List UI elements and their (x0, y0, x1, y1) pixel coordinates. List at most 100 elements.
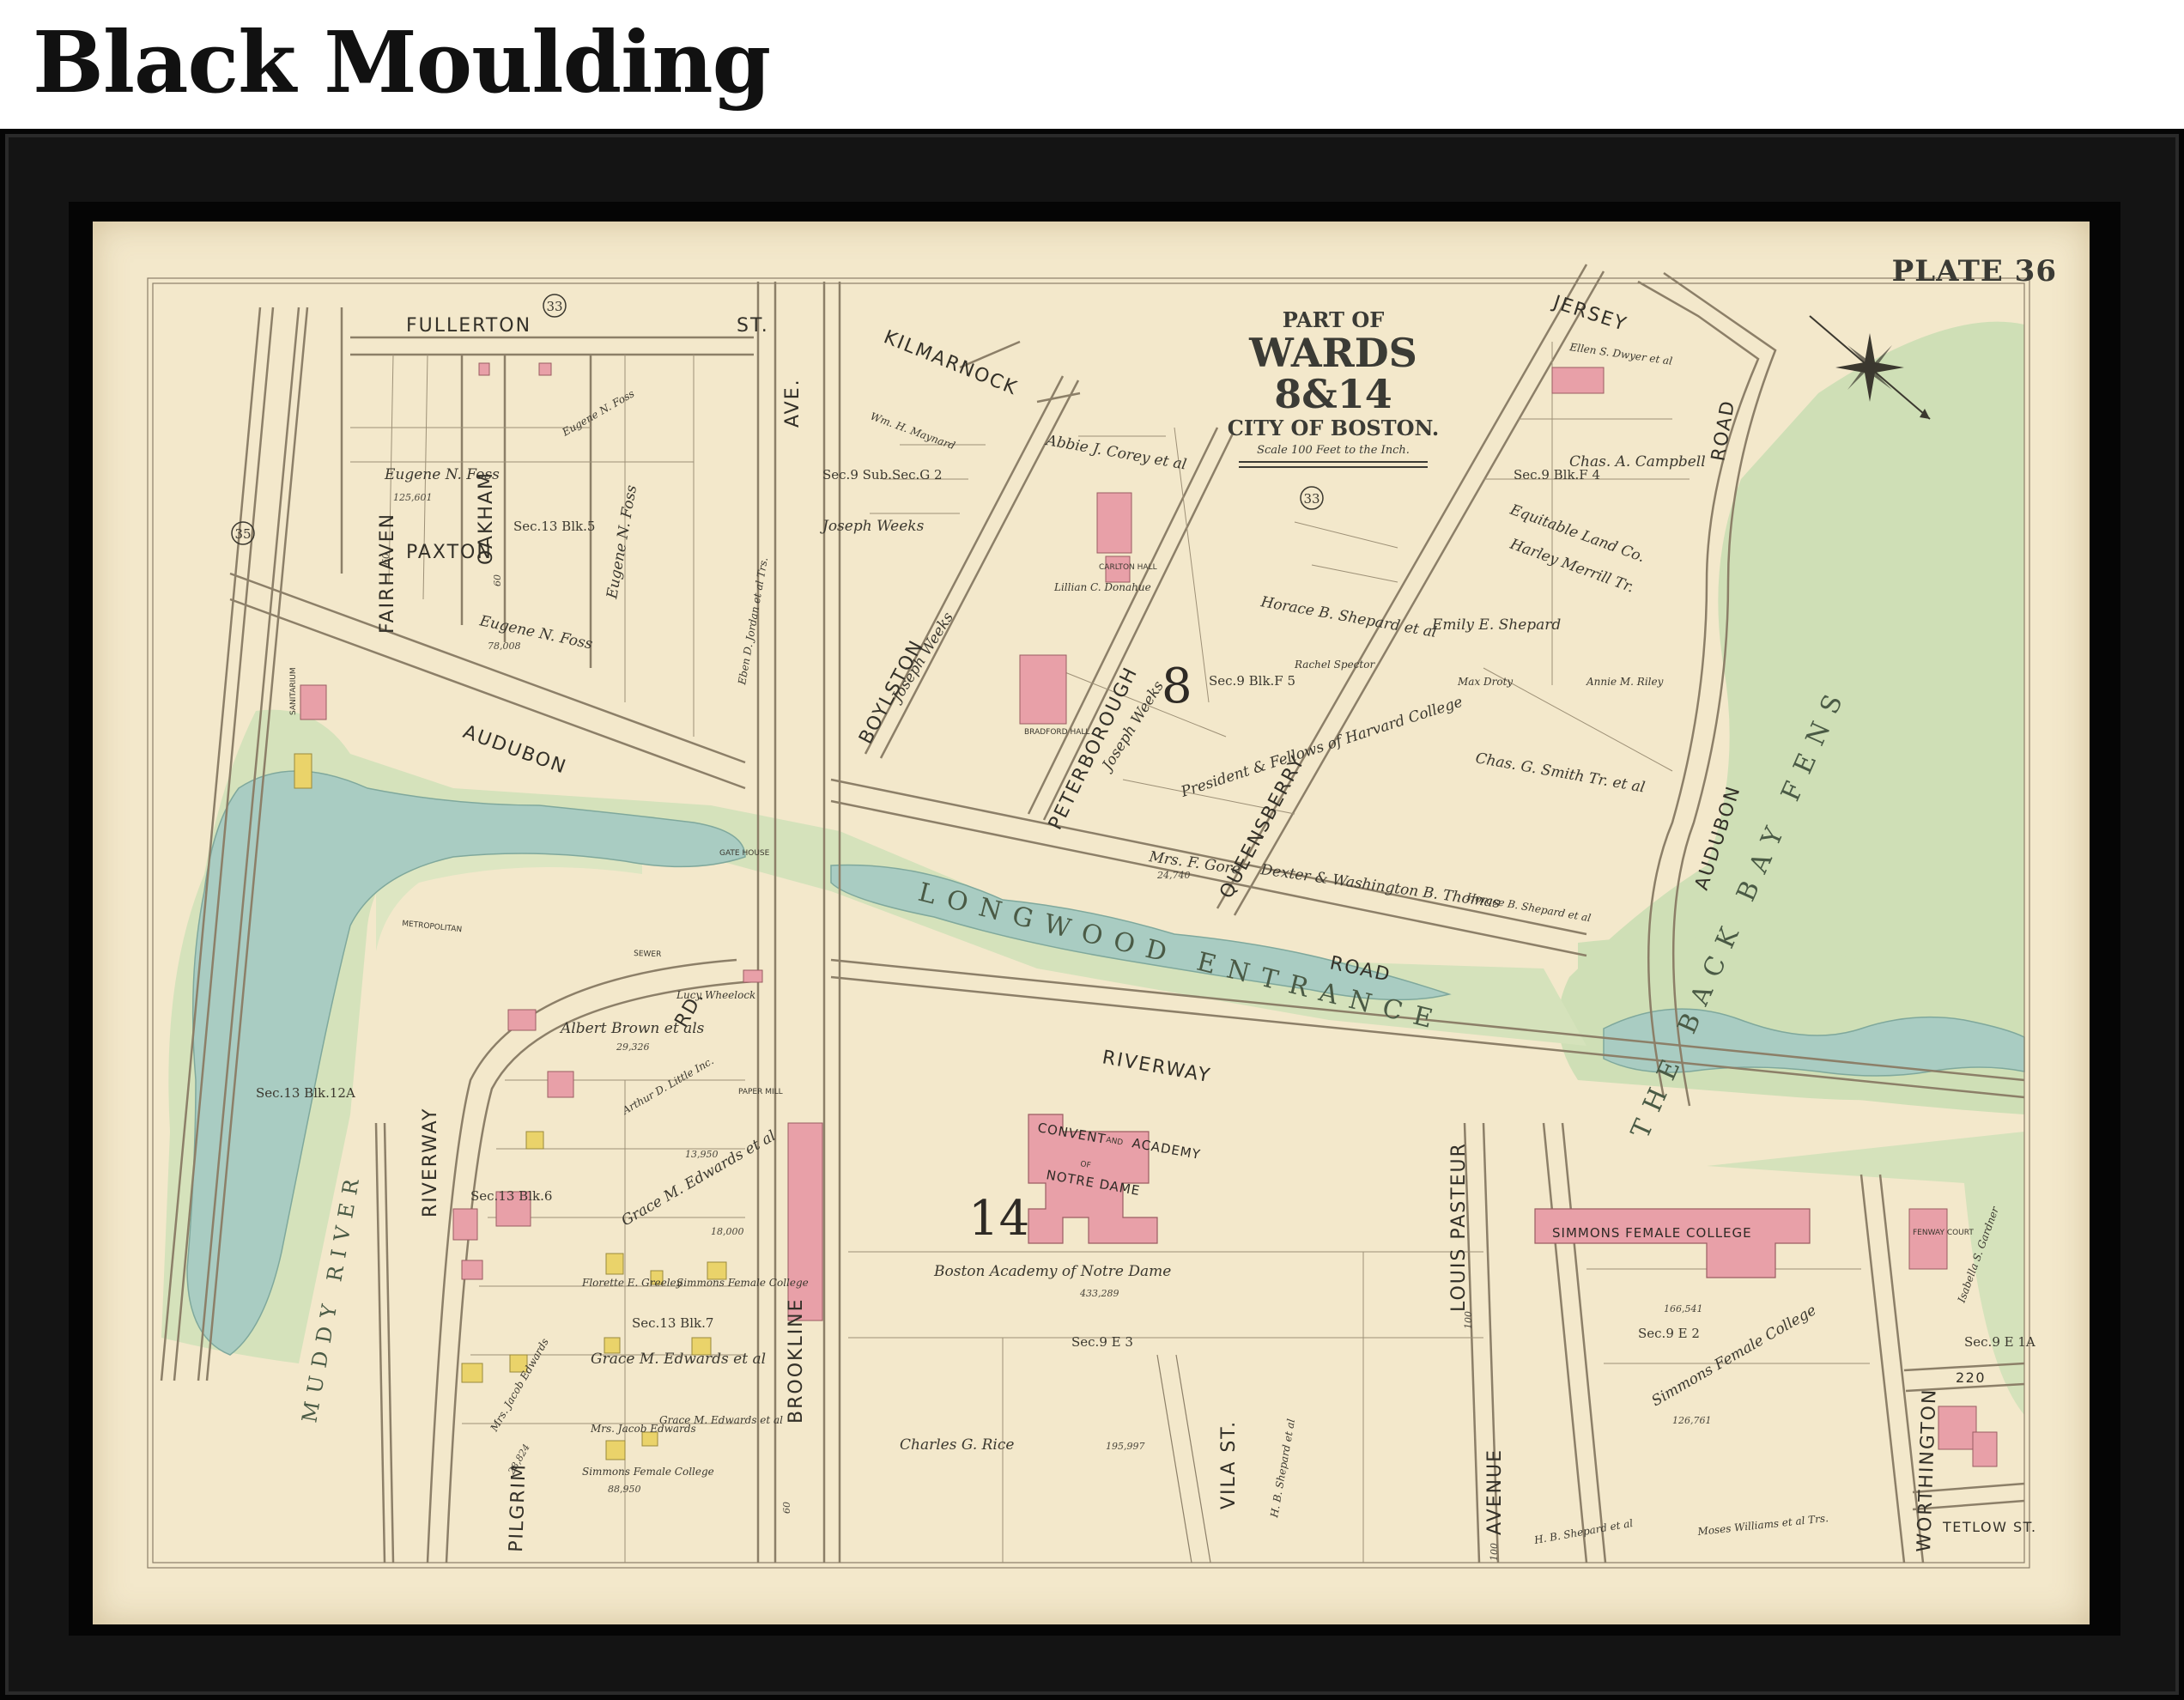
map-title-block: PART OF WARDS 8&14 CITY OF BOSTON. Scale… (1209, 307, 1458, 468)
section-label: Sec.13 Blk.5 (513, 519, 595, 534)
street-label-audubon: AUDUBON (460, 721, 570, 779)
owner-label: Emily E. Shepard (1431, 616, 1561, 634)
sanitarium-label: SANITARIUM (289, 667, 298, 715)
owner-label: Eugene N. Foss (604, 483, 640, 601)
title-wards: WARDS 8&14 (1249, 330, 1417, 418)
street-label-220: 220 (1956, 1369, 1986, 1386)
street-label-kilmarnock: KILMARNOCK (881, 326, 1021, 399)
section-label: Sec.9 E 1A (1964, 1334, 2035, 1350)
ward-number: 14 (968, 1191, 1029, 1247)
area-label: 125,601 (393, 492, 433, 503)
svg-text:60: 60 (380, 553, 391, 565)
map-sheet: .rd { fill: none; stroke: #8c7f68; strok… (93, 222, 2090, 1624)
street-label-road-2: ROAD (1708, 398, 1739, 463)
section-label: Sec.9 Sub.Sec.G 2 (822, 467, 943, 483)
gate-house-label: GATE HOUSE (719, 849, 770, 858)
street-label-tetlow: TETLOW ST. (1942, 1519, 2037, 1535)
area-label: 24,740 (1156, 870, 1191, 881)
section-label: Sec.9 Blk.F 5 (1209, 673, 1295, 689)
owner-label: Grace M. Edwards et al (591, 1351, 766, 1368)
owner-label: Florette E. Greeley (581, 1277, 682, 1289)
plate-number: PLATE 36 (1891, 254, 2057, 288)
street-label-vila-st: VILA ST. (1218, 1420, 1240, 1509)
area-label: 29,326 (616, 1041, 650, 1053)
section-label: Sec.13 Blk.7 (632, 1315, 713, 1331)
title-city: CITY OF BOSTON. (1227, 415, 1440, 440)
street-label-riverway: RIVERWAY (1101, 1047, 1213, 1087)
title-scale-note: Scale 100 Feet to the Inch. (1257, 443, 1410, 457)
section-label: Sec.9 E 2 (1638, 1326, 1700, 1341)
simmons-college-label: SIMMONS FEMALE COLLEGE (1552, 1225, 1752, 1241)
street-label-avenue: AVENUE (1484, 1448, 1506, 1535)
frontage-numbers: 60 60 100 100 60 (380, 553, 1500, 1561)
owner-label: Boston Academy of Notre Dame (933, 1263, 1171, 1280)
street-label-fullerton: FULLERTON (406, 315, 531, 337)
area-label: 78,008 (488, 641, 521, 652)
bradford-hall-label: BRADFORD HALL (1024, 728, 1089, 737)
svg-text:60: 60 (492, 574, 503, 586)
owner-label: Joseph Weeks (820, 518, 925, 535)
owner-label: Simmons Female College (676, 1277, 809, 1289)
ward-circle-markers (231, 294, 1324, 545)
map-drawing: .rd { fill: none; stroke: #8c7f68; strok… (147, 264, 2037, 1569)
owner-label: Chas. G. Smith Tr. et al (1474, 750, 1647, 796)
area-label: 126,761 (1672, 1415, 1712, 1426)
owner-label: Dexter & Washington B. Thomas (1259, 861, 1502, 912)
area-label: 166,541 (1664, 1303, 1703, 1314)
owner-label: Lucy Wheelock (676, 989, 755, 1001)
area-label: 195,997 (1106, 1441, 1145, 1452)
owner-label: Max Droty (1457, 676, 1513, 688)
carlton-hall-label: CARLTON HALL (1099, 563, 1157, 572)
circle-marker-label: 35 (234, 526, 251, 542)
owner-label: Wm. H. Maynard (869, 410, 957, 452)
owner-label: Grace M. Edwards et al (619, 1127, 780, 1229)
street-label-ave: AVE. (782, 378, 804, 428)
owner-label: President & Fellows of Harvard College (1178, 694, 1465, 801)
title-part-of: PART OF (1282, 307, 1385, 332)
street-label-st: ST. (737, 315, 769, 337)
owner-label: Simmons Female College (1649, 1302, 1820, 1410)
owner-label: Mrs. Jacob Edwards (590, 1423, 696, 1435)
owner-label: Simmons Female College (582, 1466, 714, 1478)
owner-label: Arthur D. Little Inc. (620, 1054, 716, 1117)
street-label-riverway-2: RIVERWAY (420, 1108, 441, 1217)
street-label-fairhaven: FAIRHAVEN (377, 513, 398, 634)
svg-text:100: 100 (1489, 1543, 1500, 1561)
owner-label: Mrs. Jacob Edwards (488, 1336, 551, 1434)
circle-marker-label: 33 (546, 299, 562, 314)
owner-label: Eben D. Jordan et al Trs. (736, 556, 770, 686)
circle-marker-label: 33 (1303, 491, 1320, 507)
owner-label: Moses Williams et al Trs. (1696, 1512, 1829, 1538)
owner-label: Rachel Spector (1294, 659, 1375, 671)
section-label: Sec.13 Blk.6 (470, 1188, 552, 1204)
owner-label: Albert Brown et als (559, 1020, 705, 1037)
owner-label: H. B. Shepard et al (1268, 1418, 1297, 1519)
paper-mill-label: PAPER MILL (738, 1088, 783, 1096)
street-label-worthington: WORTHINGTON (1914, 1387, 1941, 1552)
owner-label: Charles G. Rice (900, 1436, 1014, 1454)
section-label: Sec.9 E 3 (1071, 1334, 1133, 1350)
owner-label: Annie M. Riley (1586, 676, 1664, 688)
owner-label: Chas. A. Campbell (1569, 453, 1706, 471)
sewer-label: SEWER (634, 950, 662, 959)
owner-label: Horace B. Shepard et al (1259, 593, 1438, 641)
street-label-brookline: BROOKLINE (786, 1297, 807, 1424)
street-label-paxton: PAXTON (406, 542, 493, 563)
area-label: 88,950 (608, 1484, 641, 1495)
area-label: 18,000 (711, 1226, 744, 1237)
section-label: Sec.13 Blk.12A (256, 1085, 355, 1101)
street-label-pilgrim: PILGRIM (506, 1463, 531, 1553)
svg-text:60: 60 (781, 1502, 792, 1514)
scale-bar (1239, 460, 1428, 468)
metropolitan-label: METROPOLITAN (402, 920, 463, 934)
svg-text:100: 100 (1463, 1311, 1474, 1329)
owner-label: Abbie J. Corey et al (1043, 432, 1187, 474)
owner-label: Eugene N. Foss (384, 466, 500, 483)
page-heading: Black Moulding (33, 14, 771, 112)
area-label: 433,289 (1079, 1288, 1119, 1299)
fenway-court-label: FENWAY COURT (1913, 1229, 1974, 1237)
convent-label-4: OF (1079, 1160, 1091, 1170)
owner-label: Lillian C. Donahue (1053, 581, 1151, 593)
area-label: 13,950 (685, 1149, 719, 1160)
street-label-louis-pasteur: LOUIS PASTEUR (1448, 1142, 1470, 1312)
